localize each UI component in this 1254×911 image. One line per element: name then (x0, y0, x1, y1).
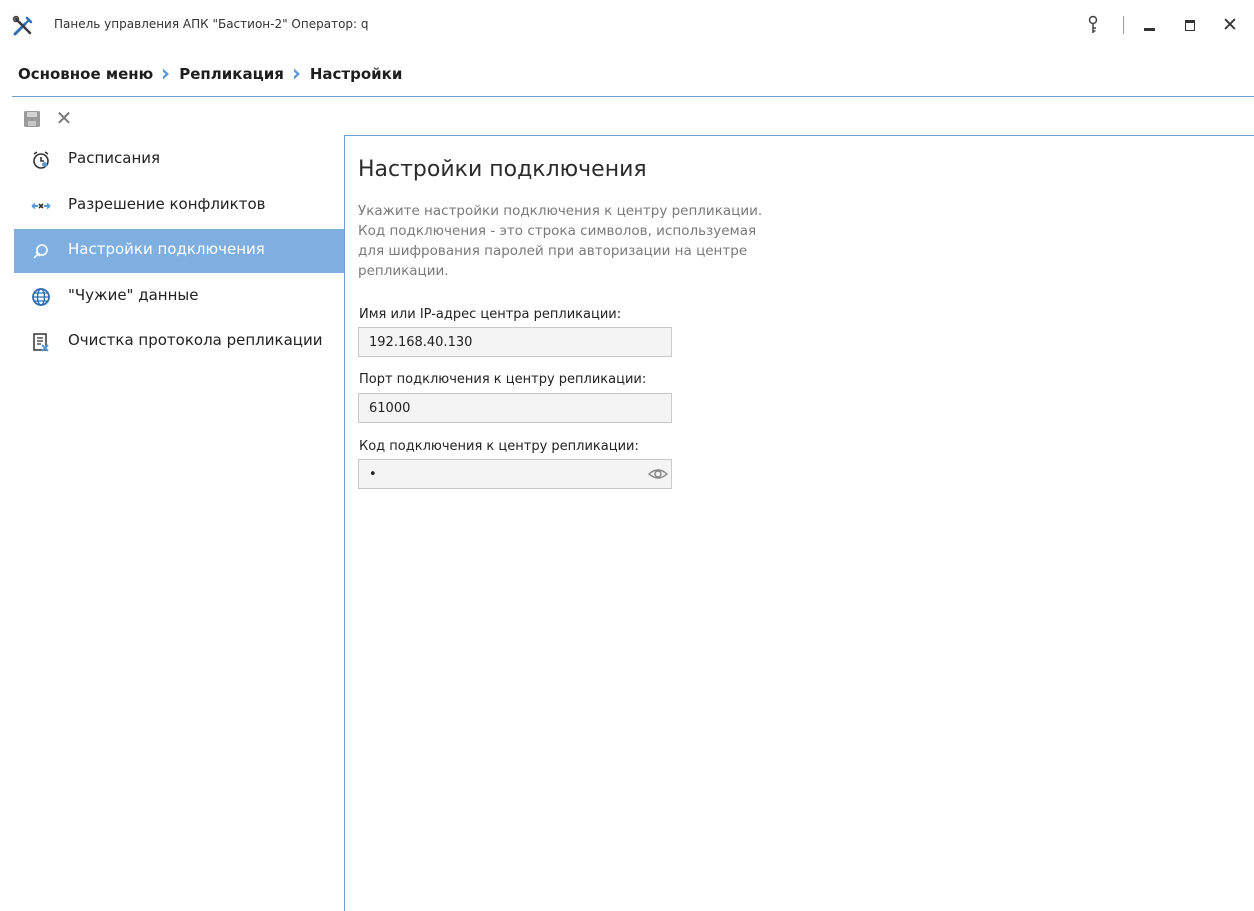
eye-icon[interactable] (647, 465, 669, 483)
title-bar-separator (1123, 16, 1124, 34)
sidebar-item-conflicts[interactable]: Разрешение конфликтов (14, 184, 344, 228)
breadcrumb-item-main-menu[interactable]: Основное меню (18, 65, 153, 83)
description-line: Код подключения - это строка символов, и… (358, 223, 757, 239)
sidebar-item-label: Разрешение конфликтов (68, 195, 266, 213)
save-icon[interactable] (23, 110, 41, 128)
chevron-right-icon (159, 67, 173, 81)
breadcrumb-divider (12, 96, 1254, 97)
breadcrumb: Основное меню Репликация Настройки (18, 62, 402, 86)
key-icon[interactable] (1081, 12, 1105, 38)
description-line: Укажите настройки подключения к центру р… (358, 203, 763, 219)
sidebar-item-label: Настройки подключения (68, 240, 265, 258)
breadcrumb-item-settings: Настройки (309, 65, 403, 83)
maximize-button[interactable] (1176, 12, 1204, 38)
connection-code-input[interactable] (358, 459, 672, 489)
description-line: репликации. (358, 263, 449, 279)
close-icon: ✕ (1222, 14, 1238, 36)
sidebar-item-label: "Чужие" данные (68, 286, 199, 304)
chevron-right-icon (290, 67, 304, 81)
alarm-clock-icon (31, 150, 51, 170)
maximize-icon (1185, 20, 1195, 31)
tools-icon (12, 15, 34, 37)
host-input[interactable] (358, 327, 672, 357)
sidebar-item-foreign-data[interactable]: "Чужие" данные (14, 275, 344, 319)
connection-icon (31, 241, 51, 261)
minimize-icon (1144, 28, 1155, 31)
breadcrumb-item-replication[interactable]: Репликация (179, 65, 284, 83)
page-title: Настройки подключения (358, 157, 647, 182)
close-button[interactable]: ✕ (1216, 12, 1244, 38)
sidebar-item-clear-log[interactable]: Очистка протокола репликации (14, 320, 344, 364)
content-panel-border (344, 135, 345, 911)
description-line: для шифрования паролей при авторизации н… (358, 243, 748, 259)
minimize-button[interactable] (1136, 12, 1164, 38)
port-input[interactable] (358, 393, 672, 423)
host-label: Имя или IP-адрес центра репликации: (359, 307, 622, 322)
code-label: Код подключения к центру репликации: (359, 439, 639, 454)
globe-icon (31, 287, 51, 307)
title-bar: Панель управления АПК "Бастион-2" Операт… (0, 0, 1254, 52)
window-title: Панель управления АПК "Бастион-2" Операт… (54, 17, 369, 31)
port-label: Порт подключения к центру репликации: (359, 372, 647, 387)
content-panel-border (344, 135, 1254, 136)
sidebar-item-connection-settings[interactable]: Настройки подключения (14, 229, 344, 273)
sidebar-item-label: Очистка протокола репликации (68, 331, 323, 349)
conflict-icon (31, 196, 51, 216)
description: Укажите настройки подключения к центру р… (358, 201, 798, 281)
sidebar-item-schedules[interactable]: Расписания (14, 138, 344, 182)
cancel-icon[interactable]: ✕ (53, 106, 75, 130)
clear-log-icon (31, 332, 51, 352)
sidebar-item-label: Расписания (68, 149, 161, 167)
